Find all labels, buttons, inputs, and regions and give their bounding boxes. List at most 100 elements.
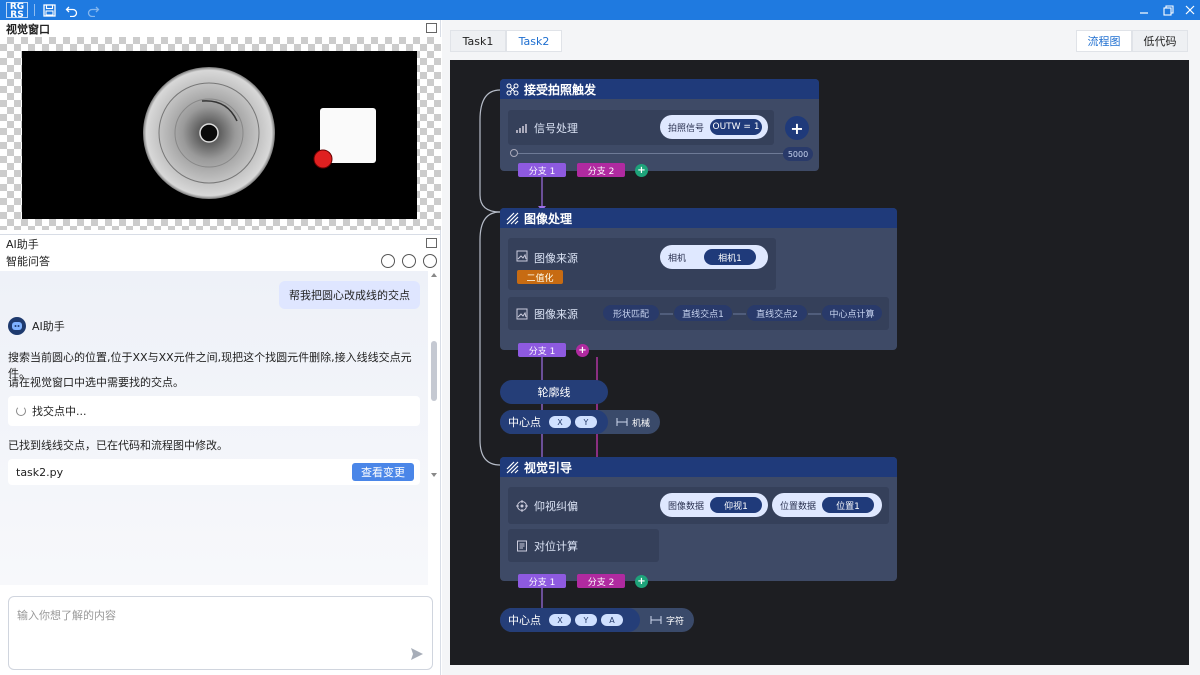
add-signal-button[interactable]: + [785,116,809,140]
center-label: 中心点 [508,416,541,429]
new-chat-icon[interactable] [381,254,395,268]
trigger-icon [506,83,519,95]
node-image-processing[interactable]: 图像处理 图像来源 相机 相机1 二值化 图像来源 形状匹配 直线交点1 直线交… [500,208,897,350]
file-name: task2.py [16,465,64,479]
image-icon [516,250,528,262]
image-data-pill[interactable]: 图像数据 仰视1 [660,493,768,517]
scrollbar-thumb[interactable] [431,341,437,401]
bot-avatar-icon [8,317,26,335]
add-branch-button[interactable]: + [635,164,648,177]
branch-1-chip[interactable]: 分支 1 [518,163,566,177]
vision-window-title: 视觉窗口 [6,22,50,36]
node-title: 视觉引导 [524,460,573,475]
center-point-node-1[interactable]: 中心点 X Y 机械 [500,410,660,434]
binarize-tag[interactable]: 二值化 [517,270,563,284]
loading-spinner-icon [16,406,26,416]
node-header: 视觉引导 [500,457,897,477]
undo-icon[interactable] [63,2,79,18]
view-changes-button[interactable]: 查看变更 [352,463,414,481]
row-label: 图像来源 [534,252,578,265]
pill-label: 拍照信号 [668,123,705,134]
pill-label: 位置数据 [780,501,817,512]
pill-label: 图像数据 [668,501,705,512]
bot-name: AI助手 [32,320,65,333]
document-icon [517,540,527,551]
row-label: 对位计算 [534,539,578,553]
left-panel: 视觉窗口 AI助手 智能问答 帮我把圆心改成线的交点 AI助手 搜索当前圆心的位… [0,20,441,675]
dock-icon[interactable] [426,23,437,33]
axis-icon [650,616,662,624]
ai-panel-header: AI助手 [0,235,441,252]
qa-title: 智能问答 [6,255,50,268]
mechanical-label: 机械 [632,418,651,429]
chat-scrollbar[interactable] [429,271,439,481]
ai-panel-title: AI助手 [6,237,39,251]
center-point-node-2[interactable]: 中心点 X Y A 字符 [500,608,694,632]
redo-icon[interactable] [85,2,101,18]
image-process-icon [506,212,519,224]
divider [34,4,35,16]
title-bar: RG RS [0,0,1200,20]
row-label: 仰视纠偏 [534,499,578,513]
center-point-main: 中心点 X Y A [500,608,640,632]
loading-text: 找交点中... [32,405,87,418]
flow-canvas[interactable]: 接受拍照触发 信号处理 拍照信号 OUTW = 1 + 5000 分支 1 分支… [450,60,1189,665]
vision-window-header: 视觉窗口 [0,20,441,37]
y-chip[interactable]: Y [575,416,597,428]
branch-1-chip[interactable]: 分支 1 [518,574,566,588]
target-icon [516,499,528,512]
history-icon[interactable] [402,254,416,268]
add-branch-button[interactable]: + [635,575,648,588]
row-label: 信号处理 [534,121,578,135]
branch-2-chip[interactable]: 分支 2 [577,574,625,588]
close-icon[interactable] [1182,2,1198,18]
tab-lowcode[interactable]: 低代码 [1132,30,1188,52]
restore-icon[interactable] [1160,2,1176,18]
app-logo-icon: RG RS [6,2,28,20]
chat-body: 帮我把圆心改成线的交点 AI助手 搜索当前圆心的位置,位于XX与XX元件之间,现… [0,271,428,585]
ai-assistant-panel: AI助手 智能问答 帮我把圆心改成线的交点 AI助手 搜索当前圆心的位置,位于X… [0,234,441,675]
chat-input[interactable]: 输入你想了解的内容 [8,596,433,670]
save-icon[interactable] [41,2,57,18]
selection-point-marker[interactable] [313,149,333,169]
x-chip[interactable]: X [549,416,571,428]
branch-1-chip[interactable]: 分支 1 [518,343,566,357]
node-vision-guide[interactable]: 视觉引导 仰视纠偏 图像数据 仰视1 位置数据 位置1 对位计算 [500,457,897,581]
tab-task1[interactable]: Task1 [450,30,506,52]
camera-image[interactable] [22,51,417,219]
bot-header: AI助手 [8,317,65,335]
user-message: 帮我把圆心改成线的交点 [279,281,420,309]
pill-label: 相机 [668,253,687,264]
settings-icon[interactable] [423,254,437,268]
file-change-card: task2.py 查看变更 [8,459,420,485]
signal-pill[interactable]: 拍照信号 OUTW = 1 [660,115,768,139]
add-branch-button[interactable]: + [576,344,589,357]
x-chip[interactable]: X [549,614,571,626]
send-icon[interactable] [410,647,424,661]
progress-track [518,153,783,154]
vision-window: 视觉窗口 [0,20,441,230]
node-photo-trigger[interactable]: 接受拍照触发 信号处理 拍照信号 OUTW = 1 + 5000 [500,79,819,171]
a-chip[interactable]: A [601,614,623,626]
contour-node[interactable]: 轮廓线 [500,380,608,404]
dock-icon[interactable] [426,238,437,248]
position-data-pill[interactable]: 位置数据 位置1 [772,493,882,517]
y-chip[interactable]: Y [575,614,597,626]
vision-canvas[interactable] [0,37,441,230]
loading-card: 找交点中... [8,396,420,426]
pill-value: OUTW = 1 [710,119,763,135]
alignment-calc-row[interactable]: 对位计算 [508,529,659,562]
node-title: 图像处理 [524,211,573,226]
tab-flowchart[interactable]: 流程图 [1076,30,1132,52]
qa-header: 智能问答 [0,252,441,270]
tab-task2[interactable]: Task2 [506,30,562,52]
branch-2-chip[interactable]: 分支 2 [577,163,625,177]
camera-pill[interactable]: 相机 相机1 [660,245,768,269]
minimize-icon[interactable] [1136,2,1152,18]
node-title: 接受拍照触发 [524,82,597,97]
pill-value: 仰视1 [710,497,763,513]
counter-badge: 5000 [783,147,813,161]
chat-input-placeholder: 输入你想了解的内容 [17,609,116,622]
step-arrows [660,313,821,315]
mechanical-axis-icon [616,418,628,426]
